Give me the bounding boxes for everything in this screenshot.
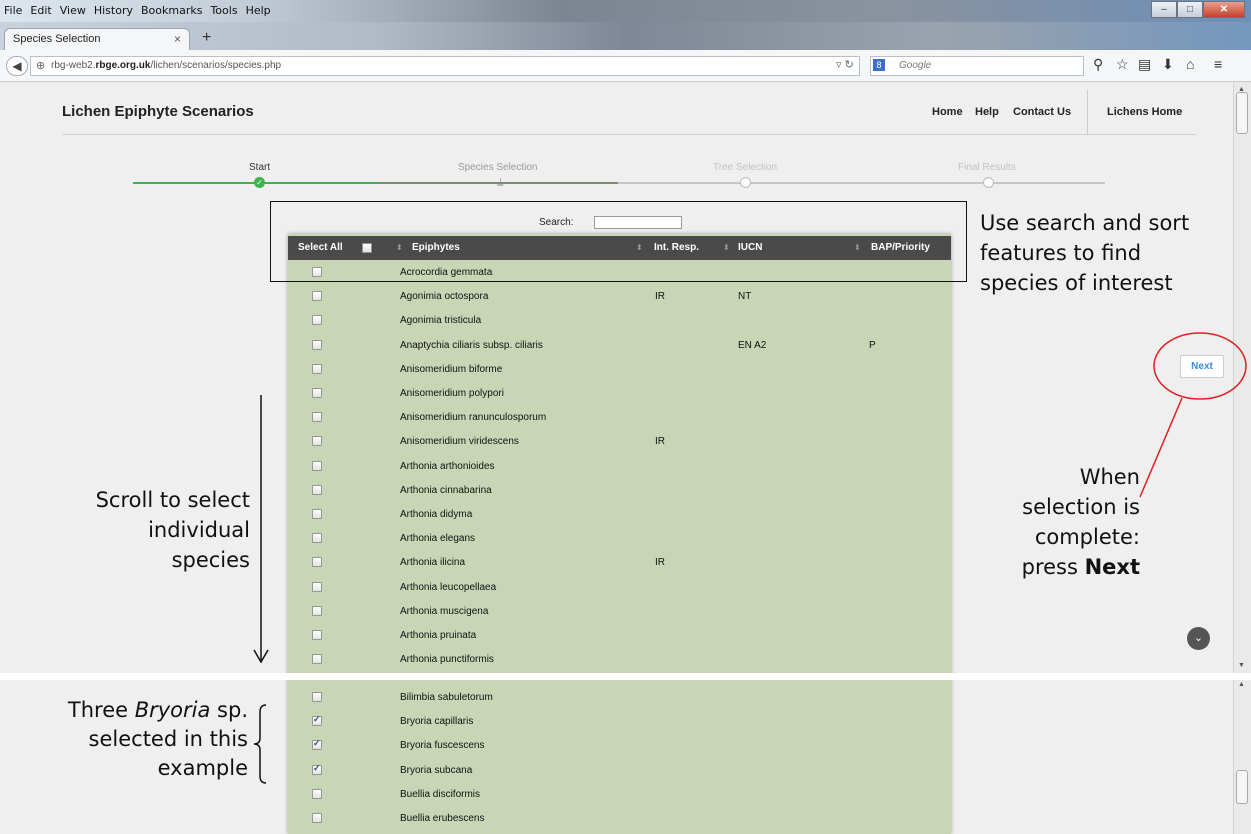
annotation-overlay <box>253 332 1247 784</box>
bryoria-brace <box>253 704 267 784</box>
next-pointer-line <box>1139 397 1183 498</box>
next-highlight-circle <box>1153 332 1247 400</box>
